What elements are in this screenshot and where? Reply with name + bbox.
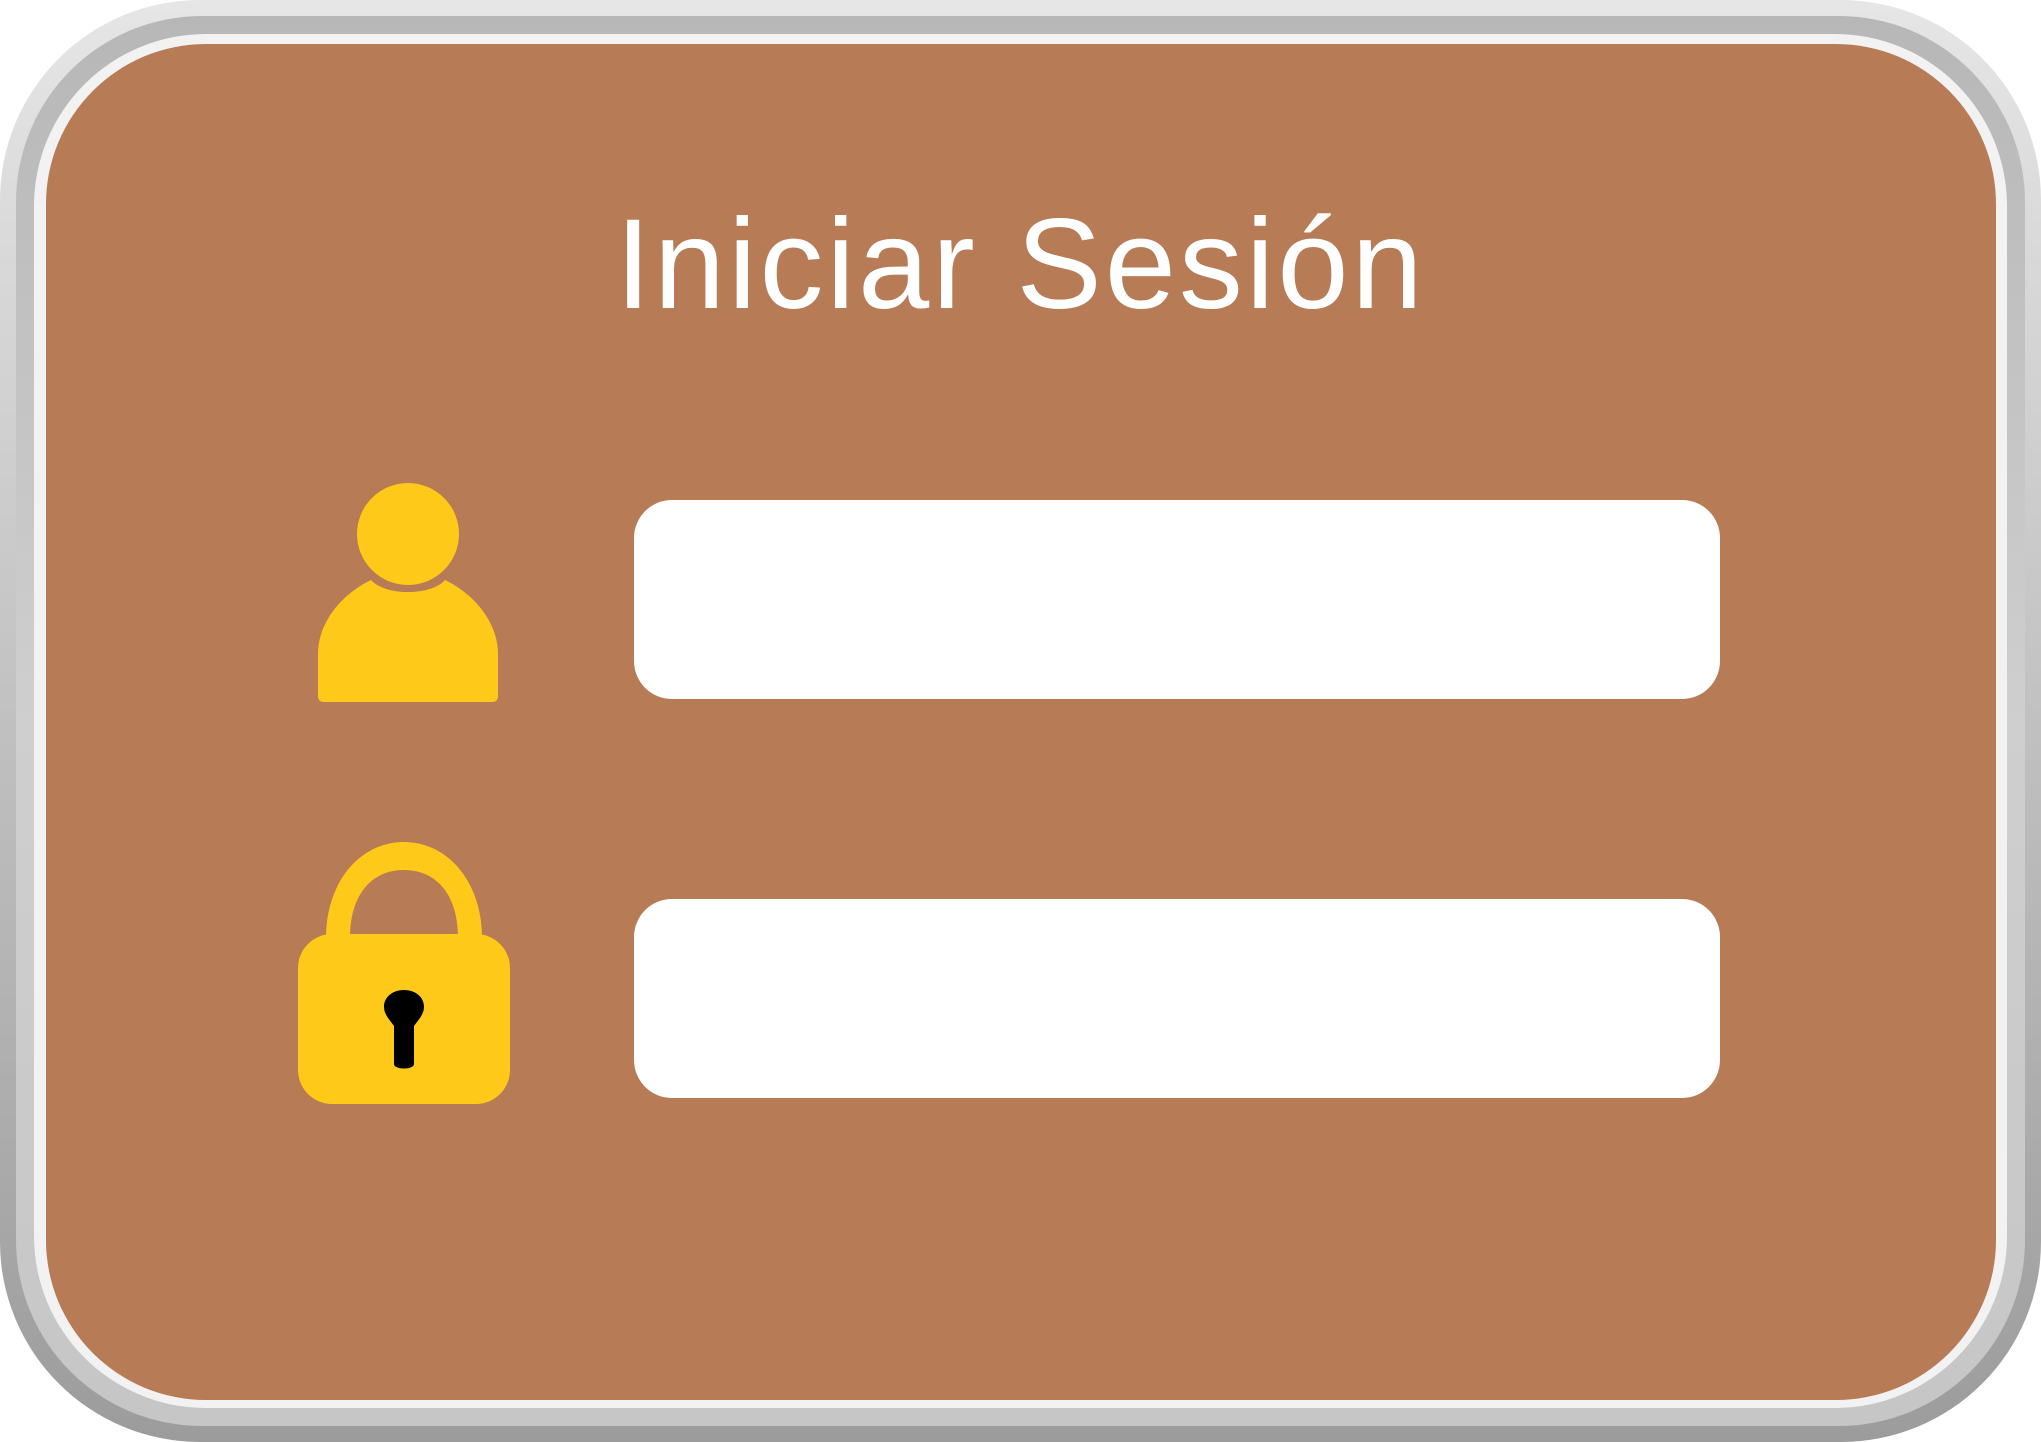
login-title: Iniciar Sesión bbox=[615, 193, 1426, 336]
password-input[interactable] bbox=[634, 899, 1720, 1098]
username-input[interactable] bbox=[634, 500, 1720, 699]
lock-icon bbox=[298, 842, 510, 1104]
user-icon bbox=[318, 483, 498, 702]
